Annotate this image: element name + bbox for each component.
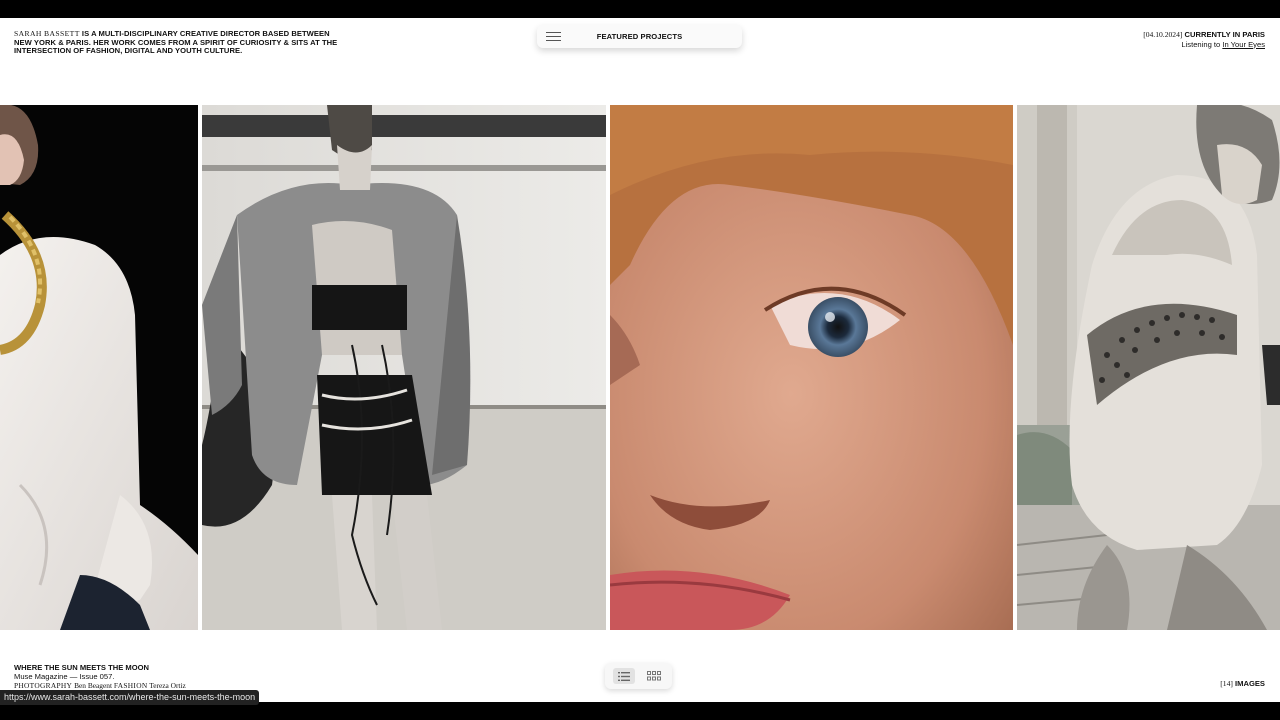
photo-model-lace-up-skirt[interactable] — [202, 105, 606, 630]
project-caption: WHERE THE SUN MEETS THE MOON Muse Magazi… — [14, 663, 186, 690]
list-view-icon — [618, 671, 630, 681]
photo-model-spiked-jacket[interactable] — [1017, 105, 1280, 630]
project-title[interactable]: WHERE THE SUN MEETS THE MOON — [14, 663, 186, 672]
status-url-bar: https://www.sarah-bassett.com/where-the-… — [0, 690, 260, 705]
page: SARAH BASSETT IS A MULTI-DISCIPLINARY CR… — [0, 18, 1280, 702]
fashion-label: FASHION — [113, 681, 148, 690]
credits: PHOTOGRAPHY Ben Beagent FASHION Tereza O… — [14, 681, 186, 690]
grid-view-icon — [647, 671, 661, 681]
stylist-name: Tereza Ortiz — [149, 681, 186, 690]
grid-view-button[interactable] — [643, 668, 665, 684]
view-toggle — [605, 663, 672, 689]
status-date: [04.10.2024] — [1143, 30, 1183, 39]
image-count-number: [14] — [1220, 679, 1233, 688]
intro-text: SARAH BASSETT IS A MULTI-DISCIPLINARY CR… — [14, 29, 344, 56]
status-city: CURRENTLY IN PARIS — [1184, 30, 1265, 39]
image-count: [14] IMAGES — [1220, 679, 1265, 688]
image-count-label: IMAGES — [1235, 679, 1265, 688]
photo-closeup-face[interactable] — [610, 105, 1013, 630]
list-view-button[interactable] — [613, 668, 635, 684]
song-link[interactable]: In Your Eyes — [1222, 40, 1265, 49]
photographer-name: Ben Beagent — [74, 681, 113, 690]
image-gallery[interactable] — [0, 105, 1280, 630]
listening-label: Listening to — [1181, 39, 1221, 49]
featured-projects-menu[interactable]: FEATURED PROJECTS — [537, 25, 742, 48]
photo-model-chain-necklace[interactable] — [0, 105, 198, 630]
photography-label: PHOTOGRAPHY — [14, 681, 73, 690]
featured-projects-label[interactable]: FEATURED PROJECTS — [537, 32, 742, 41]
publication: Muse Magazine — Issue 057. — [14, 672, 115, 681]
location-status: [04.10.2024] CURRENTLY IN PARIS Listenin… — [1143, 30, 1265, 49]
